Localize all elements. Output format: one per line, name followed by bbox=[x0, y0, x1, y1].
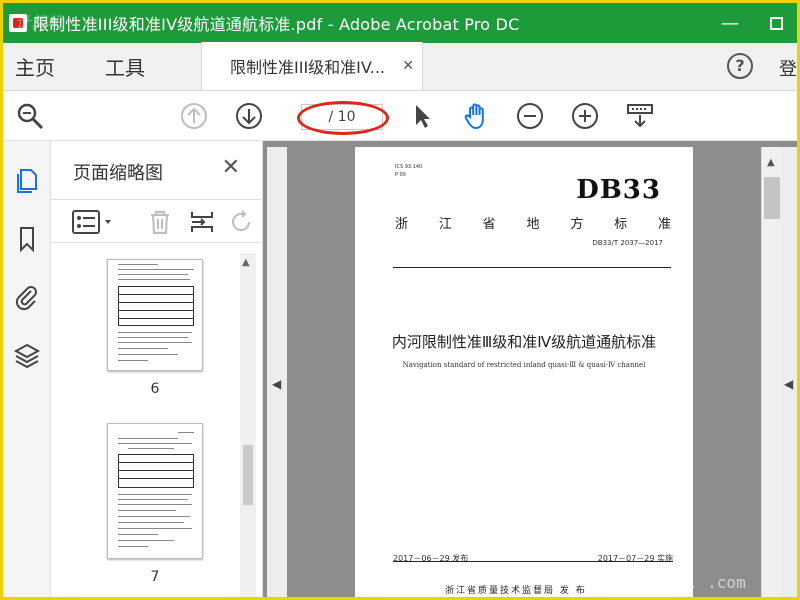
viewer-gutter bbox=[751, 147, 761, 597]
footer-rule bbox=[393, 561, 673, 562]
left-panel-toggle[interactable]: ◀ bbox=[267, 147, 287, 597]
close-panel-icon[interactable]: ✕ bbox=[222, 155, 240, 180]
page-thumbnail-label: 7 bbox=[150, 569, 160, 585]
scroll-up-arrow-icon[interactable]: ▲ bbox=[767, 157, 775, 168]
title-bar: 限制性准III级和准IV级航道通航标准.pdf - Adobe Acrobat … bbox=[3, 3, 797, 43]
effective-date: 2017－07－29 实施 bbox=[597, 554, 673, 563]
document-scroll-thumb[interactable] bbox=[764, 177, 780, 219]
tab-home[interactable]: 主页 bbox=[3, 42, 67, 90]
watermark-top-left: 计算机 bbox=[15, 13, 64, 32]
thumbnail-panel: 页面缩略图 ✕ 6 7 ▲ bbox=[51, 141, 263, 597]
watermark-bottom-right: www. .com bbox=[659, 573, 746, 592]
page-thumbnails-icon[interactable] bbox=[13, 167, 41, 195]
toolbar bbox=[3, 91, 797, 141]
page-thumbnail-label: 6 bbox=[150, 381, 160, 397]
login-link[interactable]: 登 bbox=[779, 55, 797, 81]
select-arrow-icon[interactable] bbox=[407, 101, 437, 131]
hand-tool-icon[interactable] bbox=[461, 101, 491, 131]
tab-bar: 主页 工具 限制性准III级和准IV... ✕ bbox=[3, 42, 797, 91]
scroll-up-arrow-icon[interactable]: ▲ bbox=[242, 257, 250, 268]
previous-page-icon[interactable] bbox=[179, 101, 209, 131]
right-panel-toggle[interactable]: ◀ bbox=[781, 147, 797, 597]
rotate-page-icon[interactable] bbox=[229, 209, 255, 239]
zoom-in-icon[interactable] bbox=[570, 101, 600, 131]
tab-close-icon[interactable]: ✕ bbox=[402, 58, 414, 74]
tab-document[interactable]: 限制性准III级和准IV... ✕ bbox=[201, 42, 423, 90]
window-title: 限制性准III级和准IV级航道通航标准.pdf - Adobe Acrobat … bbox=[33, 15, 520, 34]
tab-document-label: 限制性准III级和准IV... bbox=[230, 58, 386, 77]
delete-page-icon[interactable] bbox=[147, 209, 173, 239]
highlight-annotation bbox=[297, 101, 389, 135]
layers-icon[interactable] bbox=[13, 341, 41, 369]
document-title: 内河限制性准Ⅲ级和准Ⅳ级航道通航标准 bbox=[391, 333, 657, 351]
next-page-icon[interactable] bbox=[234, 101, 264, 131]
header-rule bbox=[393, 267, 671, 268]
search-icon[interactable] bbox=[15, 101, 45, 131]
scroll-mode-icon[interactable] bbox=[625, 101, 655, 131]
thumbnail-scrollbar[interactable]: ▲ bbox=[240, 253, 256, 597]
help-icon[interactable]: ? bbox=[727, 53, 753, 79]
page-thumbnail-7[interactable] bbox=[107, 423, 203, 559]
page-thumbnail-6[interactable] bbox=[107, 259, 203, 371]
document-scrollbar[interactable]: ▲ bbox=[761, 147, 781, 597]
ics-code: ICS 93.140 P 00 bbox=[395, 164, 423, 178]
window-controls: — bbox=[720, 3, 783, 43]
left-navigation-rail bbox=[3, 141, 51, 597]
collapse-left-icon[interactable]: ◀ bbox=[272, 377, 281, 391]
standard-heading: 浙 江 省 地 方 标 准 bbox=[395, 217, 671, 232]
minimize-button[interactable]: — bbox=[720, 13, 740, 34]
thumbnail-scroll-thumb[interactable] bbox=[243, 445, 253, 505]
thumbnail-panel-title: 页面缩略图 bbox=[73, 163, 163, 184]
document-subtitle: Navigation standard of restricted inland… bbox=[402, 361, 646, 369]
insert-page-icon[interactable] bbox=[189, 209, 215, 239]
document-page: ICS 93.140 P 00 DB33 浙 江 省 地 方 标 准 DB33/… bbox=[355, 147, 693, 597]
expand-right-icon[interactable]: ◀ bbox=[784, 377, 793, 391]
maximize-button[interactable] bbox=[770, 16, 783, 30]
tab-tools[interactable]: 工具 bbox=[67, 42, 157, 90]
zoom-out-icon[interactable] bbox=[515, 101, 545, 131]
thumbnail-toolbar bbox=[51, 199, 263, 243]
app-window: 限制性准III级和准IV级航道通航标准.pdf - Adobe Acrobat … bbox=[0, 0, 800, 600]
issuing-authority: 浙江省质量技术监督局 发 布 bbox=[445, 586, 587, 596]
db-number: DB33 bbox=[576, 175, 661, 205]
attachment-icon[interactable] bbox=[13, 283, 41, 311]
bookmark-icon[interactable] bbox=[13, 225, 41, 253]
standard-code: DB33/T 2037—2017 bbox=[592, 239, 663, 247]
thumbnail-options-icon[interactable] bbox=[71, 209, 115, 239]
issue-date: 2017－06－29 发布 bbox=[393, 554, 469, 563]
